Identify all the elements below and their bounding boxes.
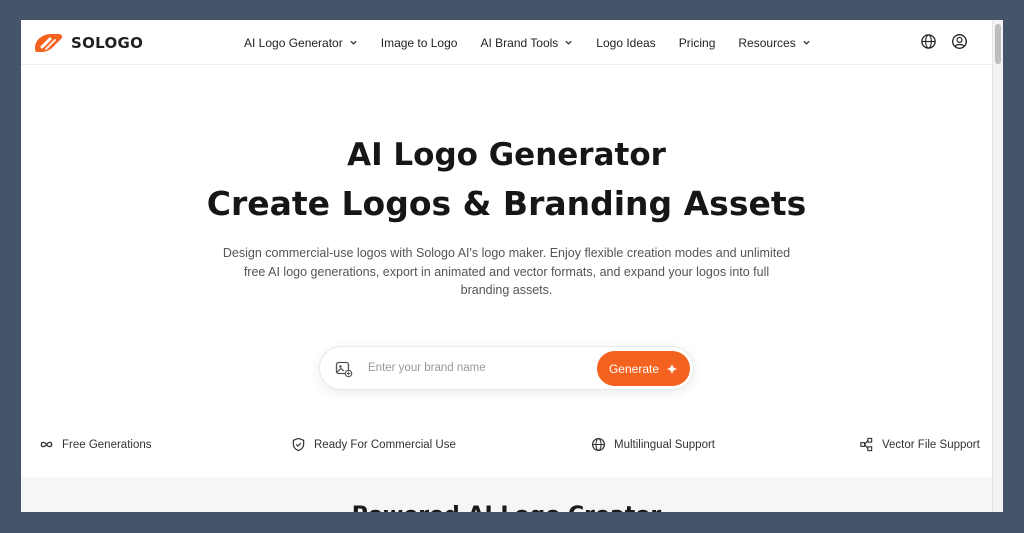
chevron-down-icon (565, 40, 572, 45)
vector-nodes-icon (860, 437, 873, 452)
brand-name-input[interactable] (368, 357, 588, 379)
nav-actions (920, 33, 968, 50)
feature-item: Free Generations (39, 437, 152, 452)
nav-ai-logo-generator[interactable]: AI Logo Generator (244, 36, 358, 50)
globe-icon (591, 437, 606, 452)
scrollbar-thumb[interactable] (995, 24, 1001, 64)
feature-label: Vector File Support (882, 438, 980, 451)
globe-icon[interactable] (920, 33, 937, 50)
nav-pricing[interactable]: Pricing (679, 36, 716, 50)
brand-search-bar: Generate (319, 346, 694, 390)
main-menu: AI Logo Generator Image to Logo AI Brand… (244, 20, 834, 65)
shield-check-icon (292, 437, 305, 452)
feature-label: Ready For Commercial Use (314, 438, 456, 451)
hero-title-line1: AI Logo Generator (347, 137, 666, 173)
nav-item-label: Pricing (678, 35, 716, 50)
nav-logo-ideas[interactable]: Logo Ideas (596, 36, 655, 50)
hero-title-line2: Create Logos & Branding Assets (206, 184, 807, 223)
nav-item-label: Resources (738, 35, 796, 50)
image-upload-icon[interactable] (335, 360, 353, 378)
feature-list: Free Generations Ready For Commercial Us… (21, 437, 992, 457)
feature-item: Ready For Commercial Use (291, 437, 456, 452)
chevron-down-icon (350, 40, 357, 45)
page-scrollbar[interactable] (992, 20, 1003, 512)
brand-name: SOLOGO (71, 34, 144, 52)
nav-resources[interactable]: Resources (738, 36, 810, 50)
feature-label: Multilingual Support (614, 438, 716, 451)
nav-item-label: AI Brand Tools (480, 35, 559, 50)
feature-item: Multilingual Support (591, 437, 715, 452)
sparkle-icon (666, 363, 678, 374)
browser-window: SOLOGO AI Logo Generator Image to Logo A… (21, 20, 1003, 512)
next-section-heading: Powered AI Logo Creator (21, 503, 992, 512)
nav-item-label: AI Logo Generator (244, 35, 343, 50)
generate-button[interactable]: Generate (597, 351, 690, 386)
nav-item-label: Logo Ideas (596, 35, 656, 50)
hero-description: Design commercial-use logos with Sologo … (222, 246, 791, 297)
user-icon[interactable] (951, 33, 968, 50)
chevron-down-icon (803, 40, 810, 45)
nav-item-label: Image to Logo (380, 35, 458, 50)
feature-label: Free Generations (62, 438, 152, 451)
sologo-mark-icon (35, 34, 63, 52)
brand-logo[interactable]: SOLOGO (31, 30, 143, 56)
nav-ai-brand-tools[interactable]: AI Brand Tools (480, 36, 573, 50)
generate-button-label: Generate (608, 361, 660, 376)
top-navigation: SOLOGO AI Logo Generator Image to Logo A… (21, 20, 992, 65)
infinity-icon (40, 441, 53, 448)
feature-item: Vector File Support (859, 437, 980, 452)
nav-image-to-logo[interactable]: Image to Logo (381, 36, 458, 50)
